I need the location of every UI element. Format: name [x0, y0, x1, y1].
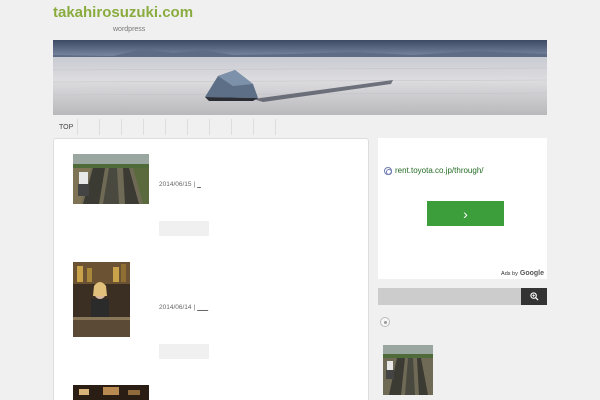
- ads-by-google[interactable]: Ads by Google: [501, 270, 544, 277]
- google-logo: Google: [519, 270, 544, 277]
- nav-item[interactable]: [188, 119, 210, 135]
- post-meta: 2014/06/14 | ___: [159, 304, 208, 311]
- header-banner-image: [53, 40, 547, 115]
- search-button[interactable]: [521, 288, 547, 305]
- post-thumbnail[interactable]: [73, 385, 149, 400]
- post-meta: 2014/06/15 | _: [159, 181, 201, 188]
- site-tagline: wordpress: [113, 26, 146, 33]
- nav-item[interactable]: [232, 119, 254, 135]
- site-title[interactable]: takahirosuzuki.com: [53, 4, 193, 21]
- ad-link-text[interactable]: rent.toyota.co.jp/through/: [395, 166, 484, 175]
- advertisement: rent.toyota.co.jp/through/ › Ads by Goog…: [378, 138, 547, 279]
- ads-by-label: Ads by: [501, 270, 518, 277]
- search-icon: [529, 292, 539, 301]
- nav-item-top[interactable]: TOP: [53, 119, 78, 135]
- post-list: 2014/06/15 | _ 2014/06/14 | ___: [53, 138, 369, 400]
- search-input[interactable]: [378, 288, 521, 305]
- post-title-link[interactable]: _: [197, 181, 201, 188]
- read-more-button[interactable]: [159, 221, 209, 236]
- sidebar-recent-thumbnail[interactable]: [383, 345, 433, 395]
- nav-item[interactable]: [210, 119, 232, 135]
- nav-item[interactable]: [254, 119, 276, 135]
- globe-icon: [384, 166, 392, 175]
- nav-item[interactable]: [100, 119, 122, 135]
- post-date: 2014/06/14: [159, 304, 192, 311]
- nav-item[interactable]: [122, 119, 144, 135]
- nav-item[interactable]: [144, 119, 166, 135]
- post-separator: |: [193, 181, 196, 188]
- nav-item[interactable]: [166, 119, 188, 135]
- post-title-link[interactable]: ___: [197, 304, 208, 311]
- post-thumbnail[interactable]: [73, 154, 149, 204]
- ad-cta-button[interactable]: ›: [427, 201, 504, 226]
- main-nav: TOP: [53, 119, 547, 135]
- ad-link[interactable]: rent.toyota.co.jp/through/: [384, 166, 484, 175]
- rss-icon[interactable]: [380, 317, 390, 327]
- search-form: [378, 288, 547, 305]
- post-date: 2014/06/15: [159, 181, 192, 188]
- chevron-right-icon: ›: [463, 205, 468, 222]
- nav-item[interactable]: [78, 119, 100, 135]
- post-thumbnail[interactable]: [73, 262, 130, 337]
- read-more-button[interactable]: [159, 344, 209, 359]
- post-separator: |: [193, 304, 196, 311]
